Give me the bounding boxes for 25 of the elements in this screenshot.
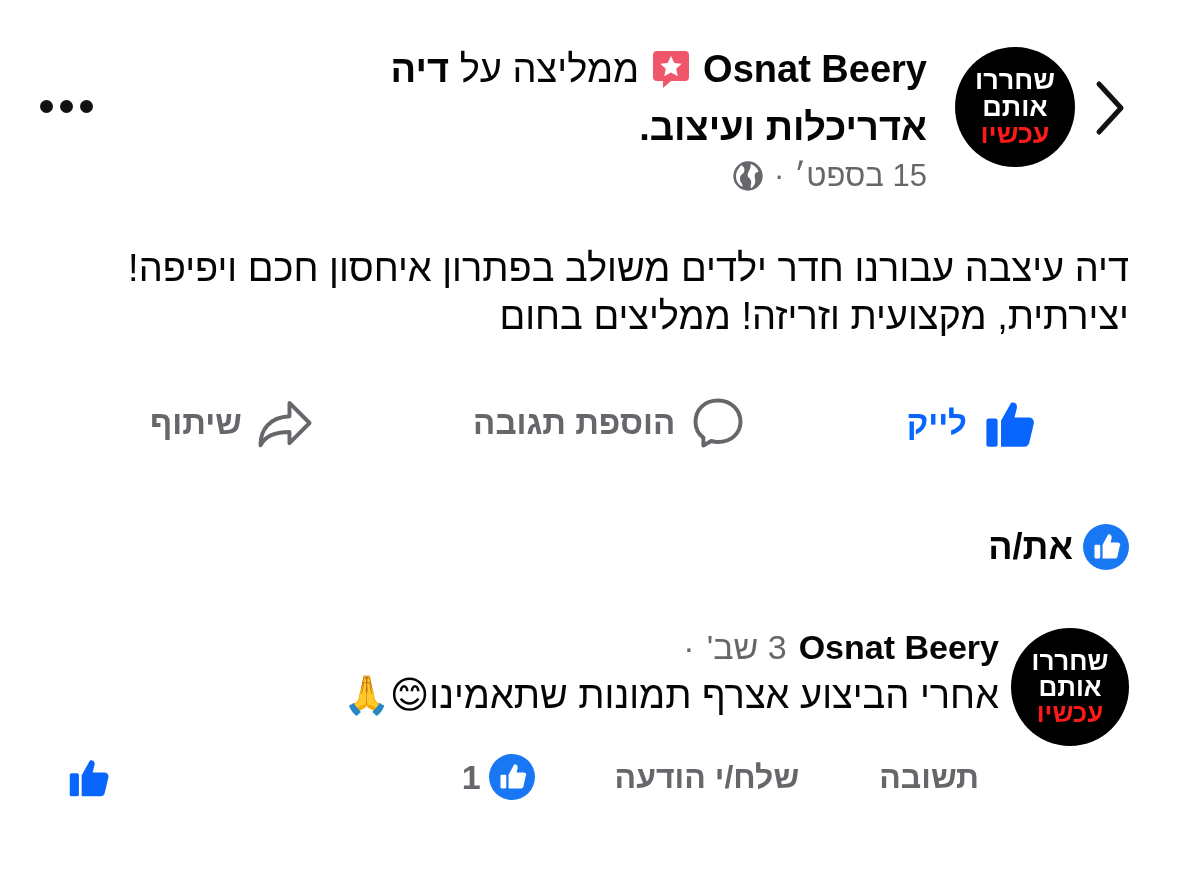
reply-link[interactable]: תשובה — [879, 758, 979, 796]
post-text: דיה עיצבה עבורנו חדר ילדים משולב בפתרון איחסון חכם ויפיפה! יצירתית, מקצועית וזריזה! ממליצים בחום — [127, 246, 1129, 339]
share-button[interactable]: שיתוף — [140, 392, 324, 454]
separator-dot: · — [773, 158, 785, 194]
like-count: 1 — [461, 757, 481, 797]
commenter-name[interactable]: Osnat Beery — [798, 628, 999, 667]
message-link[interactable]: שלח/י הודעה — [614, 758, 800, 796]
author-name[interactable]: Osnat Beery — [703, 40, 927, 98]
recommends-text: ממליצה על דיה — [390, 47, 640, 92]
reactor-name[interactable]: את/ה — [988, 526, 1073, 568]
like-reaction-icon — [488, 754, 535, 800]
like-reaction-icon — [1083, 524, 1129, 570]
recommends-text: אדריכלות ועיצוב. — [639, 105, 927, 150]
post-date[interactable]: 15 בספט׳ — [794, 158, 927, 194]
recommendation-icon — [651, 49, 692, 89]
separator-dot: · — [683, 628, 695, 667]
globe-icon — [731, 160, 764, 192]
commenter-avatar[interactable]: שחררו אותם עכשיו — [1011, 628, 1129, 746]
comment-button[interactable]: הוספת תגובה — [463, 392, 758, 454]
comment-text: אחרי הביצוע אצרף תמונות שתאמינו😊🙏 — [342, 673, 999, 717]
more-options-icon[interactable] — [40, 100, 93, 113]
like-button[interactable]: לייק — [896, 392, 1049, 454]
back-chevron-icon[interactable] — [1095, 80, 1125, 136]
page-avatar[interactable]: שחררו אותם עכשיו — [955, 47, 1075, 167]
comment-time: 3 שב' — [706, 628, 787, 667]
